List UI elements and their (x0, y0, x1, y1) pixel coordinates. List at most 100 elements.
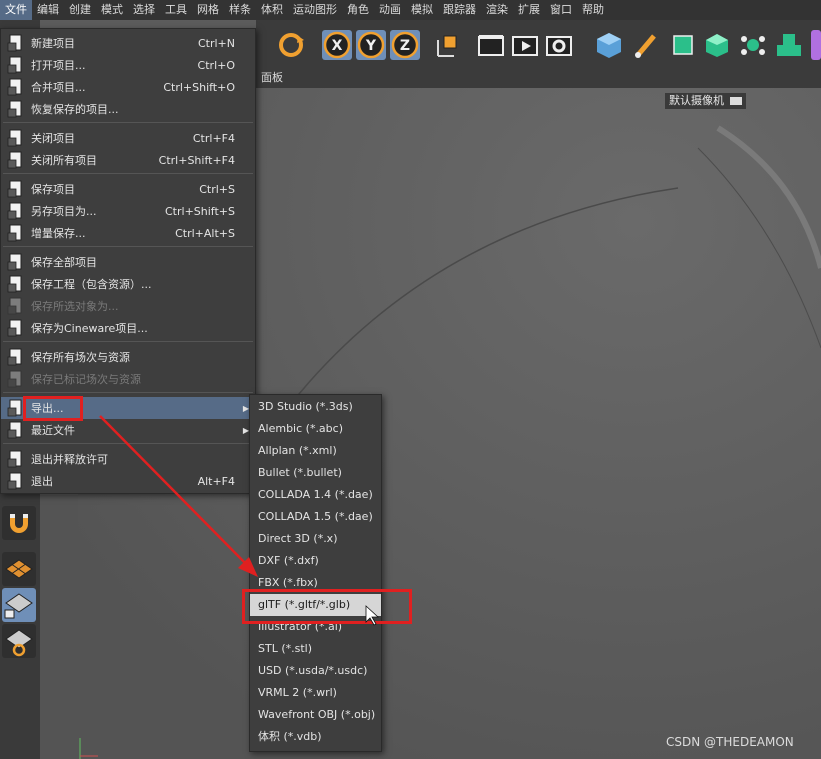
menu-item[interactable]: 扩展 (513, 0, 545, 20)
export-format-item[interactable]: Allplan (*.xml) (250, 440, 381, 462)
file-menu-item-label: 打开项目... (31, 59, 86, 72)
file-menu-item[interactable]: 关闭所有项目 Ctrl+Shift+F4 (1, 149, 255, 171)
file-menu-item[interactable]: 增量保存... Ctrl+Alt+S (1, 222, 255, 244)
coordinate-system-icon[interactable] (432, 30, 462, 60)
rotate-tool-icon[interactable] (276, 30, 306, 60)
menu-item[interactable]: 窗口 (545, 0, 577, 20)
cube-icon[interactable] (594, 30, 624, 60)
file-menu-item-label: 保存为Cineware项目... (31, 322, 148, 335)
shortcut-label: Ctrl+N (197, 36, 235, 50)
export-format-item[interactable]: COLLADA 1.5 (*.dae) (250, 506, 381, 528)
render-settings-icon[interactable] (544, 30, 574, 60)
file-menu-item[interactable]: 保存为Cineware项目... (1, 317, 255, 339)
shortcut-label: Ctrl+F4 (192, 131, 235, 145)
export-format-item[interactable]: USD (*.usda/*.usdc) (250, 660, 381, 682)
menu-item[interactable]: 动画 (374, 0, 406, 20)
menu-item[interactable]: 渲染 (481, 0, 513, 20)
save-takes-icon (5, 346, 27, 368)
shortcut-label: Alt+F4 (197, 474, 235, 488)
file-menu: 新建项目 Ctrl+N 打开项目... Ctrl+O 合并项目... Ctrl+Shift… (0, 28, 256, 494)
file-menu-item[interactable]: 保存工程（包含资源）... (1, 273, 255, 295)
file-menu-item[interactable]: 保存所选对象为... (1, 295, 255, 317)
recent-files-icon (5, 419, 27, 441)
watermark: CSDN @THEDEAMON (666, 735, 794, 749)
panel-menu[interactable]: 面板 (256, 68, 821, 88)
x-axis-icon[interactable]: X (322, 30, 352, 60)
menu-item[interactable]: 跟踪器 (438, 0, 481, 20)
menu-item[interactable]: 编辑 (32, 0, 64, 20)
menu-separator (3, 341, 253, 342)
file-menu-item-label: 保存全部项目 (31, 256, 97, 269)
incremental-save-icon (5, 222, 27, 244)
locked-workplane-icon[interactable] (2, 588, 36, 622)
shortcut-label: Ctrl+Shift+O (163, 80, 235, 94)
workplane-axis-icon[interactable] (2, 624, 36, 658)
menu-item[interactable]: 工具 (160, 0, 192, 20)
cloner-icon[interactable] (738, 30, 768, 60)
close-file-icon (5, 127, 27, 149)
file-menu-item[interactable]: 最近文件 ▶ (1, 419, 255, 441)
file-menu-item-label: 保存项目 (31, 183, 75, 196)
render-view-icon[interactable] (510, 30, 540, 60)
y-axis-icon[interactable]: Y (356, 30, 386, 60)
svg-text:Y: Y (365, 38, 377, 54)
menu-item[interactable]: 体积 (256, 0, 288, 20)
save-with-assets-icon (5, 273, 27, 295)
menu-item[interactable]: 模拟 (406, 0, 438, 20)
file-menu-item[interactable]: 另存项目为... Ctrl+Shift+S (1, 200, 255, 222)
workplane-icon[interactable] (2, 552, 36, 586)
menu-item[interactable]: 模式 (96, 0, 128, 20)
extrude-icon[interactable] (702, 30, 732, 60)
menu-separator (3, 173, 253, 174)
array-icon[interactable] (774, 30, 804, 60)
menu-item[interactable]: 文件 (0, 0, 32, 20)
left-tool-palette-secondary (40, 495, 78, 759)
render-region-icon[interactable] (476, 30, 506, 60)
export-format-item[interactable]: Bullet (*.bullet) (250, 462, 381, 484)
export-format-item[interactable]: STL (*.stl) (250, 638, 381, 660)
file-menu-item[interactable]: 保存所有场次与资源 (1, 346, 255, 368)
svg-text:Z: Z (400, 38, 410, 54)
file-menu-item[interactable]: 保存全部项目 (1, 251, 255, 273)
file-menu-item[interactable]: 关闭项目 Ctrl+F4 (1, 127, 255, 149)
file-menu-item-label: 保存已标记场次与资源 (31, 373, 141, 386)
file-menu-item-label: 退出 (31, 475, 53, 488)
file-menu-item[interactable]: 新建项目 Ctrl+N (1, 32, 255, 54)
file-menu-item[interactable]: 保存项目 Ctrl+S (1, 178, 255, 200)
file-menu-item[interactable]: 恢复保存的项目... (1, 98, 255, 120)
menu-item[interactable]: 角色 (342, 0, 374, 20)
file-menu-item-label: 增量保存... (31, 227, 86, 240)
menu-item[interactable]: 帮助 (577, 0, 609, 20)
subdivision-icon[interactable] (668, 30, 698, 60)
save-selected-icon (5, 295, 27, 317)
shortcut-label: Ctrl+Shift+F4 (158, 153, 235, 167)
export-format-item[interactable]: Alembic (*.abc) (250, 418, 381, 440)
export-format-item[interactable]: VRML 2 (*.wrl) (250, 682, 381, 704)
z-axis-icon[interactable]: Z (390, 30, 420, 60)
file-menu-item[interactable]: 合并项目... Ctrl+Shift+O (1, 76, 255, 98)
new-file-icon (5, 32, 27, 54)
menu-item[interactable]: 网格 (192, 0, 224, 20)
export-format-item[interactable]: 体积 (*.vdb) (250, 726, 381, 748)
export-format-item[interactable]: Wavefront OBJ (*.obj) (250, 704, 381, 726)
save-marked-takes-icon (5, 368, 27, 390)
export-format-item[interactable]: Direct 3D (*.x) (250, 528, 381, 550)
menu-item[interactable]: 运动图形 (288, 0, 342, 20)
camera-icon (729, 97, 742, 105)
deformer-icon[interactable] (811, 30, 821, 60)
pen-icon[interactable] (632, 30, 662, 60)
open-file-icon (5, 54, 27, 76)
export-format-item[interactable]: DXF (*.dxf) (250, 550, 381, 572)
file-menu-item-label: 保存工程（包含资源）... (31, 278, 152, 291)
export-format-item[interactable]: 3D Studio (*.3ds) (250, 396, 381, 418)
menu-item[interactable]: 创建 (64, 0, 96, 20)
file-menu-item[interactable]: 退出 Alt+F4 (1, 470, 255, 492)
menu-item[interactable]: 选择 (128, 0, 160, 20)
file-menu-item[interactable]: 退出并释放许可 (1, 448, 255, 470)
export-format-item[interactable]: COLLADA 1.4 (*.dae) (250, 484, 381, 506)
file-menu-item[interactable]: 打开项目... Ctrl+O (1, 54, 255, 76)
menu-item[interactable]: 样条 (224, 0, 256, 20)
snap-magnet-icon[interactable] (2, 506, 36, 540)
file-menu-item-label: 最近文件 (31, 424, 75, 437)
file-menu-item[interactable]: 保存已标记场次与资源 (1, 368, 255, 390)
